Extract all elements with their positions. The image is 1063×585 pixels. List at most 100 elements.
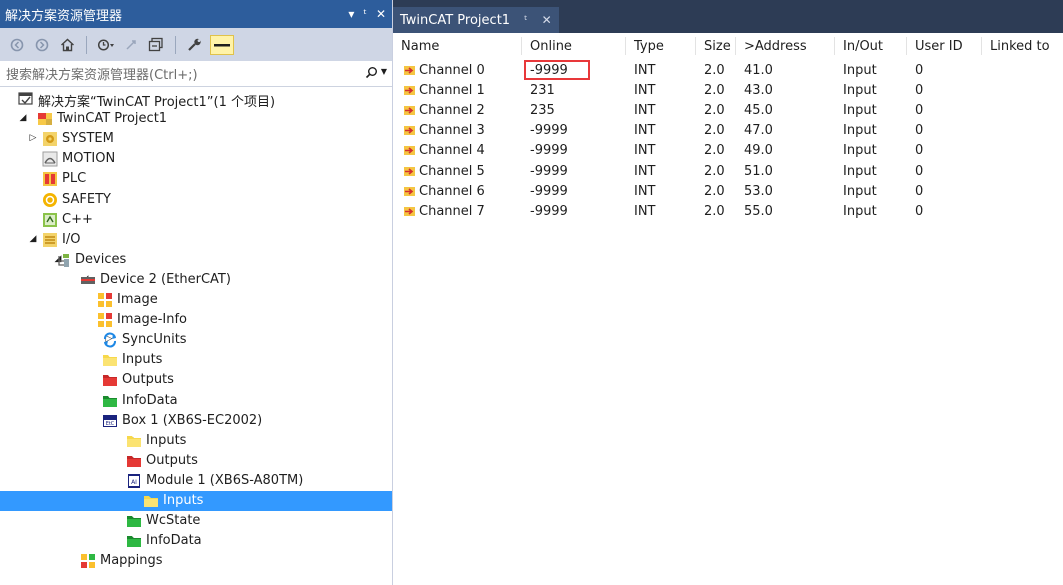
- cell-userid[interactable]: 0: [915, 143, 923, 158]
- column-header-size[interactable]: Size: [704, 39, 731, 54]
- cell-userid[interactable]: 0: [915, 103, 923, 118]
- tree-item-module-1-xb6s-a80tm[interactable]: ◢AIModule 1 (XB6S-A80TM): [0, 471, 392, 491]
- tree-item-inputs[interactable]: ▷Inputs: [0, 350, 392, 370]
- cell-address[interactable]: 51.0: [744, 164, 773, 179]
- tree-item-image[interactable]: Image: [0, 290, 392, 310]
- search-input[interactable]: 搜索解决方案资源管理器(Ctrl+;): [6, 64, 198, 83]
- tree-item-motion[interactable]: MOTION: [0, 149, 392, 169]
- pin-icon[interactable]: ᵗ: [363, 7, 367, 21]
- close-icon[interactable]: ✕: [376, 7, 386, 21]
- cell-inout[interactable]: Input: [843, 63, 877, 78]
- tree-item-syncunits[interactable]: ▷ SyncUnits: [0, 330, 392, 350]
- tree-item-twincat-project1-1[interactable]: 解决方案“TwinCAT Project1”(1 个项目): [0, 89, 392, 110]
- column-separator[interactable]: [906, 37, 907, 55]
- column-separator[interactable]: [834, 37, 835, 55]
- column-header-address[interactable]: >Address: [744, 39, 807, 54]
- tree-item-box-1-xb6s-ec2002[interactable]: ◢EtCBox 1 (XB6S-EC2002): [0, 411, 392, 431]
- cell-address[interactable]: 49.0: [744, 143, 773, 158]
- cell-inout[interactable]: Input: [843, 103, 877, 118]
- home-icon[interactable]: [57, 35, 77, 55]
- cell-online[interactable]: -9999: [530, 164, 568, 179]
- cell-address[interactable]: 43.0: [744, 83, 773, 98]
- column-separator[interactable]: [695, 37, 696, 55]
- cell-name[interactable]: Channel 3: [404, 123, 485, 138]
- solution-explorer-search[interactable]: 搜索解决方案资源管理器(Ctrl+;) ▼: [0, 61, 392, 87]
- cell-size[interactable]: 2.0: [704, 123, 725, 138]
- cell-online[interactable]: 231: [530, 83, 555, 98]
- cell-type[interactable]: INT: [634, 184, 656, 199]
- tree-item-mappings[interactable]: Mappings: [0, 551, 392, 571]
- tree-item-safety[interactable]: SAFETY: [0, 190, 392, 210]
- cell-size[interactable]: 2.0: [704, 184, 725, 199]
- cell-inout[interactable]: Input: [843, 184, 877, 199]
- cell-name[interactable]: Channel 4: [404, 143, 485, 158]
- cell-online[interactable]: 235: [530, 103, 555, 118]
- cell-address[interactable]: 55.0: [744, 204, 773, 219]
- tree-item-infodata[interactable]: ▷InfoData: [0, 531, 392, 551]
- column-header-name[interactable]: Name: [401, 39, 439, 54]
- column-separator[interactable]: [625, 37, 626, 55]
- cell-userid[interactable]: 0: [915, 83, 923, 98]
- collapse-toggle-icon[interactable]: ◢: [17, 113, 29, 123]
- cell-inout[interactable]: Input: [843, 143, 877, 158]
- tab-close-icon[interactable]: ✕: [542, 13, 552, 27]
- tree-item-wcstate[interactable]: ▷WcState: [0, 511, 392, 531]
- tab-title[interactable]: TwinCAT Project1: [400, 13, 510, 28]
- column-header-online[interactable]: Online: [530, 39, 572, 54]
- cell-size[interactable]: 2.0: [704, 164, 725, 179]
- cell-address[interactable]: 41.0: [744, 63, 773, 78]
- cell-type[interactable]: INT: [634, 204, 656, 219]
- cell-type[interactable]: INT: [634, 63, 656, 78]
- tree-item-system[interactable]: ▷ SYSTEM: [0, 129, 392, 149]
- cell-address[interactable]: 53.0: [744, 184, 773, 199]
- forward-icon[interactable]: [32, 35, 52, 55]
- tree-item-c[interactable]: C++: [0, 210, 392, 230]
- cell-type[interactable]: INT: [634, 143, 656, 158]
- cell-type[interactable]: INT: [634, 123, 656, 138]
- cell-userid[interactable]: 0: [915, 164, 923, 179]
- tree-item-inputs[interactable]: ▷Inputs: [0, 431, 392, 451]
- collapse-toggle-icon[interactable]: ◢: [27, 234, 39, 244]
- cell-size[interactable]: 2.0: [704, 143, 725, 158]
- cell-userid[interactable]: 0: [915, 184, 923, 199]
- cell-name[interactable]: Channel 0: [404, 63, 485, 78]
- cell-address[interactable]: 45.0: [744, 103, 773, 118]
- cell-online[interactable]: -9999: [530, 123, 568, 138]
- history-icon[interactable]: [96, 35, 116, 55]
- dropdown-icon[interactable]: ▾: [348, 7, 354, 21]
- column-header-in-out[interactable]: In/Out: [843, 39, 883, 54]
- tree-item-inputs[interactable]: ▷Inputs: [0, 491, 392, 511]
- column-separator[interactable]: [521, 37, 522, 55]
- cell-online[interactable]: -9999: [530, 204, 568, 219]
- cell-name[interactable]: Channel 2: [404, 103, 485, 118]
- cell-userid[interactable]: 0: [915, 204, 923, 219]
- tree-item-i-o[interactable]: ◢ I/O: [0, 230, 392, 250]
- properties-icon[interactable]: [185, 35, 205, 55]
- column-separator[interactable]: [735, 37, 736, 55]
- tree-item-plc[interactable]: PLC: [0, 169, 392, 189]
- cell-size[interactable]: 2.0: [704, 204, 725, 219]
- search-options-dropdown-icon[interactable]: ▼: [381, 67, 387, 76]
- tree-item-device-2-ethercat[interactable]: ◢Device 2 (EtherCAT): [0, 270, 392, 290]
- search-icon[interactable]: [365, 66, 378, 83]
- cell-inout[interactable]: Input: [843, 83, 877, 98]
- column-header-linked-to[interactable]: Linked to: [990, 39, 1050, 54]
- cell-address[interactable]: 47.0: [744, 123, 773, 138]
- cell-inout[interactable]: Input: [843, 204, 877, 219]
- cell-name[interactable]: Channel 1: [404, 83, 485, 98]
- expand-toggle-icon[interactable]: ▷: [27, 133, 39, 143]
- tree-item-infodata[interactable]: ▷InfoData: [0, 391, 392, 411]
- cell-type[interactable]: INT: [634, 164, 656, 179]
- cell-userid[interactable]: 0: [915, 123, 923, 138]
- cell-name[interactable]: Channel 5: [404, 164, 485, 179]
- cell-inout[interactable]: Input: [843, 123, 877, 138]
- cell-size[interactable]: 2.0: [704, 63, 725, 78]
- column-separator[interactable]: [981, 37, 982, 55]
- cell-online[interactable]: -9999: [530, 143, 568, 158]
- tab-twincat-project1[interactable]: TwinCAT Project1 ᵗ ✕: [393, 7, 559, 33]
- tree-item-outputs[interactable]: ▷Outputs: [0, 370, 392, 390]
- cell-online[interactable]: -9999: [530, 184, 568, 199]
- collapse-all-icon[interactable]: [146, 35, 166, 55]
- cell-name[interactable]: Channel 7: [404, 204, 485, 219]
- back-icon[interactable]: [7, 35, 27, 55]
